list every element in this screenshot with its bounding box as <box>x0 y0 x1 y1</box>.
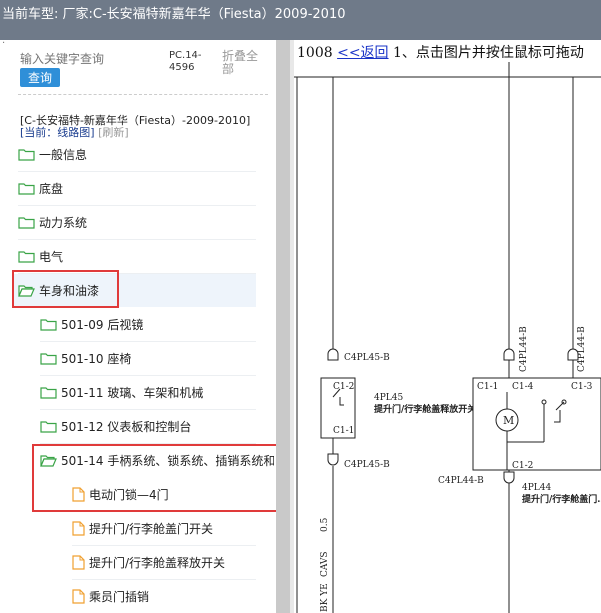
folder-icon <box>40 421 57 433</box>
tree-item-label: 501-12 仪表板和控制台 <box>61 420 192 434</box>
folder-icon <box>18 217 35 229</box>
pin-label: C1-4 <box>512 382 534 392</box>
folder-icon <box>40 387 57 399</box>
tree-item-chassis[interactable]: 底盘 <box>18 172 256 206</box>
connector-pin <box>327 453 339 466</box>
diagram-pane: 1008 <<返回 1、点击图片并按住鼠标可拖动 C4PL45-B C1-2 C… <box>294 40 601 613</box>
tree-item-label: 一般信息 <box>39 148 88 162</box>
document-icon <box>72 589 85 604</box>
pc-number: PC.14-4596 <box>169 50 202 73</box>
tree-item-liftgate-release-switch[interactable]: 提升门/行李舱盖释放开关 <box>72 546 256 580</box>
tree-item-door-latch[interactable]: 乘员门插销 <box>72 580 256 613</box>
connector-pin <box>567 348 579 361</box>
tree-item-powertrain[interactable]: 动力系统 <box>18 206 256 240</box>
highlight-box-501-14 <box>32 444 276 512</box>
tree-item-label: 底盘 <box>39 182 64 196</box>
folder-icon <box>18 251 35 263</box>
pin-label: C1-1 <box>477 382 498 392</box>
folder-icon <box>18 183 35 195</box>
tree-item-label: 电气 <box>39 250 64 264</box>
pin-label: C1-2 <box>333 382 354 392</box>
tree-item-label: 动力系统 <box>39 216 88 230</box>
tree-item-501-12[interactable]: 501-12 仪表板和控制台 <box>40 410 256 444</box>
document-icon <box>72 521 85 536</box>
component-name: 提升门/行李舱盖门… <box>522 493 601 505</box>
corner-dot: · <box>2 40 6 49</box>
tree-item-label: 501-11 玻璃、车架和机械 <box>61 386 204 400</box>
collapse-all-link[interactable]: 折叠全部 <box>222 50 262 76</box>
connector-pin <box>327 348 339 361</box>
back-link[interactable]: <<返回 <box>337 45 388 61</box>
document-icon <box>72 555 85 570</box>
tree-item-liftgate-switch[interactable]: 提升门/行李舱盖门开关 <box>72 512 256 546</box>
page-number: 1008 <box>297 45 333 61</box>
diagram-header: 1008 <<返回 1、点击图片并按住鼠标可拖动 <box>297 42 584 62</box>
tree-item-label: 提升门/行李舱盖门开关 <box>89 522 214 536</box>
connector-label: C4PL45-B <box>344 460 390 470</box>
divider <box>18 94 268 95</box>
tree-item-electrical[interactable]: 电气 <box>18 240 256 274</box>
tree-item-general-info[interactable]: 一般信息 <box>18 138 256 172</box>
search-input[interactable] <box>20 52 160 66</box>
tree-item-501-11[interactable]: 501-11 玻璃、车架和机械 <box>40 376 256 410</box>
left-pane: · 查询 PC.14-4596 折叠全部 [C-长安福特-新嘉年华（Fiesta… <box>0 40 276 613</box>
tree-item-label: 501-10 座椅 <box>61 352 132 366</box>
vehicle-model-title: 当前车型: 厂家:C-长安福特新嘉年华（Fiesta）2009-2010 <box>2 7 346 22</box>
folder-icon <box>40 353 57 365</box>
connector-label: C4PL44-B <box>438 476 484 486</box>
component-code: 4PL45 <box>374 393 403 403</box>
left-pane-scrollbar[interactable] <box>276 40 290 613</box>
wire-type-label: CAVS <box>320 551 330 577</box>
tree-item-501-10[interactable]: 501-10 座椅 <box>40 342 256 376</box>
top-bar: 当前车型: 厂家:C-长安福特新嘉年华（Fiesta）2009-2010 <box>0 0 601 40</box>
pin-label: C1-3 <box>571 382 593 392</box>
connector-label: C4PL44-B <box>577 326 587 372</box>
pin-label: C1-1 <box>333 426 354 436</box>
pin-label: C1-2 <box>512 461 533 471</box>
connector-pin <box>503 471 515 484</box>
wiring-diagram[interactable]: C4PL45-B C1-2 C1-1 4PL45 提升门/行李舱盖释放开关 C4… <box>294 62 601 613</box>
instruction-text: 1、点击图片并按住鼠标可拖动 <box>393 45 584 61</box>
search-area: 查询 <box>20 52 168 87</box>
switch-contact <box>541 399 547 405</box>
component-name: 提升门/行李舱盖释放开关 <box>374 403 476 415</box>
connector-label: C4PL45-B <box>344 353 390 363</box>
wire-color-label: BK YE <box>320 583 330 612</box>
tree-item-label: 提升门/行李舱盖释放开关 <box>89 556 226 570</box>
connector-label: C4PL44-B <box>519 326 529 372</box>
motor-label: M <box>503 414 514 427</box>
highlight-box-body <box>12 270 119 308</box>
tree-item-label: 501-09 后视镜 <box>61 318 144 332</box>
folder-icon <box>18 149 35 161</box>
folder-icon <box>40 319 57 331</box>
search-button[interactable]: 查询 <box>20 68 61 87</box>
tree-item-501-09[interactable]: 501-09 后视镜 <box>40 308 256 342</box>
wire-size-label: 0.5 <box>320 517 330 532</box>
component-code: 4PL44 <box>522 483 551 493</box>
tree-item-label: 乘员门插销 <box>89 590 150 604</box>
connector-pin <box>503 348 515 361</box>
